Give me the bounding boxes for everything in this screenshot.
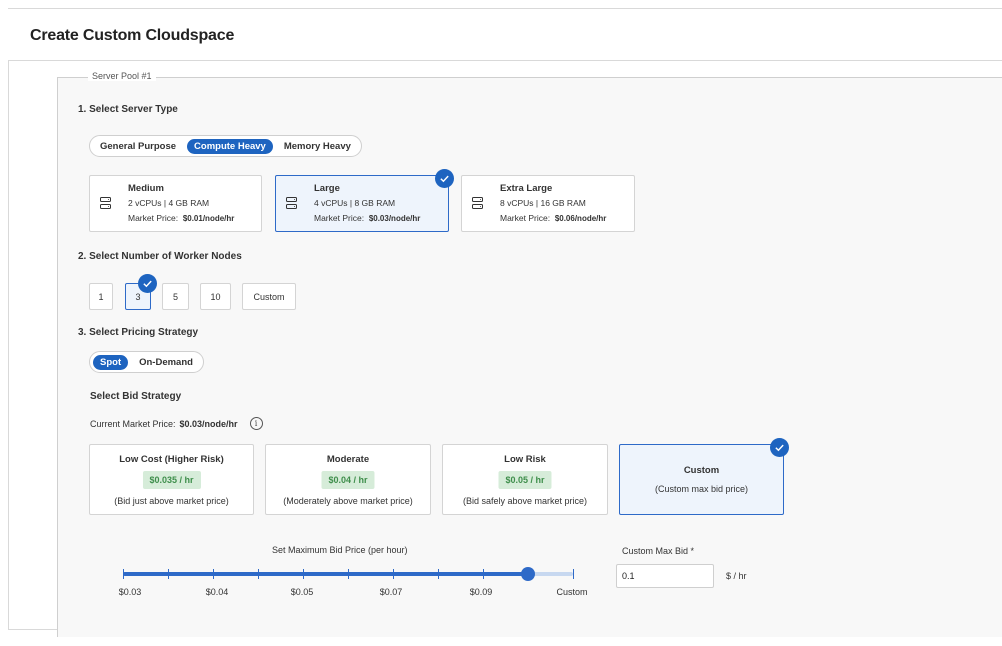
selected-check-icon [435, 169, 454, 188]
category-compute-heavy[interactable]: Compute Heavy [187, 138, 273, 154]
slider-tick-label: $0.03 [118, 587, 142, 597]
slider-tick [168, 569, 169, 579]
slider-label: Set Maximum Bid Price (per hour) [272, 545, 408, 555]
custom-max-bid-input[interactable] [616, 564, 714, 588]
server-card-name: Extra Large [500, 183, 553, 194]
bid-price-badge: $0.04 / hr [321, 471, 375, 489]
bid-card-name: Low Cost (Higher Risk) [119, 454, 224, 465]
current-market-price: Current Market Price: $0.03/node/hr i [90, 417, 263, 430]
slider-tick-label: $0.07 [379, 587, 403, 597]
server-card-price: Market Price: $0.06/node/hr [500, 213, 607, 223]
server-icon [100, 197, 111, 210]
server-type-title: 1. Select Server Type [78, 104, 178, 115]
server-card-spec: 8 vCPUs | 16 GB RAM [500, 198, 586, 208]
server-card-price: Market Price: $0.01/node/hr [128, 213, 235, 223]
selected-check-icon [138, 274, 157, 293]
slider-tick [393, 569, 394, 579]
server-category-toggle: General Purpose Compute Heavy Memory Hea… [89, 135, 362, 157]
slider-tick [438, 569, 439, 579]
bid-card-description: (Bid just above market price) [114, 496, 229, 506]
server-pool-legend: Server Pool #1 [88, 71, 156, 81]
bid-price-badge: $0.05 / hr [498, 471, 552, 489]
server-icon [286, 197, 297, 210]
info-icon[interactable]: i [249, 417, 263, 430]
pricing-spot[interactable]: Spot [93, 354, 129, 370]
server-card-name: Medium [128, 183, 164, 194]
slider-tick-label: $0.09 [469, 587, 493, 597]
node-option-custom[interactable]: Custom [242, 283, 296, 310]
bid-price-slider[interactable] [123, 567, 574, 581]
slider-tick-label: $0.05 [290, 587, 314, 597]
bid-card-description: (Bid safely above market price) [462, 496, 588, 506]
server-card-medium[interactable]: Medium 2 vCPUs | 4 GB RAM Market Price: … [89, 175, 262, 232]
slider-tick [123, 569, 124, 579]
server-card-price: Market Price: $0.03/node/hr [314, 213, 421, 223]
page-title: Create Custom Cloudspace [30, 27, 235, 44]
worker-nodes-title: 2. Select Number of Worker Nodes [78, 251, 242, 262]
bid-card-name: Custom [683, 465, 720, 476]
bid-card-low-cost[interactable]: Low Cost (Higher Risk) $0.035 / hr (Bid … [89, 444, 254, 515]
bid-strategy-title: Select Bid Strategy [90, 391, 182, 402]
custom-max-bid-unit: $ / hr [726, 571, 747, 581]
slider-tick [258, 569, 259, 579]
custom-max-bid-label: Custom Max Bid * [622, 546, 695, 556]
bid-card-custom[interactable]: Custom (Custom max bid price) [619, 444, 784, 515]
pricing-toggle: Spot On-Demand [89, 351, 204, 373]
slider-tick [213, 569, 214, 579]
bid-card-moderate[interactable]: Moderate $0.04 / hr (Moderately above ma… [265, 444, 431, 515]
server-card-spec: 2 vCPUs | 4 GB RAM [128, 198, 210, 208]
slider-fill [123, 572, 528, 576]
bid-card-description: (Moderately above market price) [283, 496, 413, 506]
bid-card-low-risk[interactable]: Low Risk $0.05 / hr (Bid safely above ma… [442, 444, 608, 515]
node-option-5[interactable]: 5 [162, 283, 189, 310]
server-card-extra-large[interactable]: Extra Large 8 vCPUs | 16 GB RAM Market P… [461, 175, 635, 232]
category-memory-heavy[interactable]: Memory Heavy [277, 139, 358, 154]
server-card-name: Large [314, 183, 340, 194]
slider-tick [573, 569, 574, 579]
node-option-1[interactable]: 1 [89, 283, 113, 310]
slider-tick-label: $0.04 [205, 587, 229, 597]
bid-card-name: Moderate [326, 454, 370, 465]
slider-tick-label: Custom [556, 587, 588, 597]
pricing-on-demand[interactable]: On-Demand [132, 355, 200, 370]
server-card-large[interactable]: Large 4 vCPUs | 8 GB RAM Market Price: $… [275, 175, 449, 232]
server-card-spec: 4 vCPUs | 8 GB RAM [314, 198, 396, 208]
top-divider [8, 8, 1002, 9]
selected-check-icon [770, 438, 789, 457]
category-general-purpose[interactable]: General Purpose [93, 139, 183, 154]
slider-thumb[interactable] [521, 567, 535, 581]
slider-tick [348, 569, 349, 579]
node-option-10[interactable]: 10 [200, 283, 231, 310]
slider-tick [303, 569, 304, 579]
market-price-value: $0.03/node/hr [179, 418, 238, 429]
bid-card-name: Low Risk [504, 454, 546, 465]
bid-price-badge: $0.035 / hr [142, 471, 201, 489]
bid-card-description: (Custom max bid price) [654, 484, 749, 494]
server-icon [472, 197, 483, 210]
slider-tick [483, 569, 484, 579]
pricing-strategy-title: 3. Select Pricing Strategy [78, 327, 199, 338]
